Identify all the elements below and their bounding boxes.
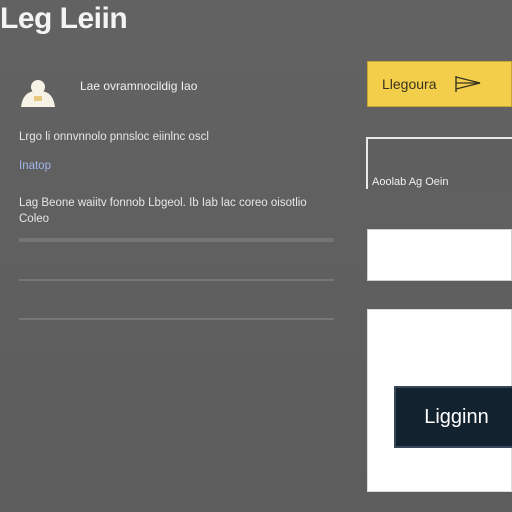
note-text: Lag Beone waiitv fonnob Lbgeol. Ib Iab l… [19,197,307,225]
text-input[interactable] [367,229,512,281]
page-title: Leg Leiin [0,2,128,35]
info-link[interactable]: Inatop [19,160,51,172]
login-button[interactable]: Ligginn [394,386,512,448]
divider [19,279,334,281]
flag-icon [454,76,480,92]
field-label: Aoolab Ag Oein [372,176,449,188]
login-panel: Ligginn [367,309,512,492]
login-page: Leg Leiin Lae ovramnocildig Iao Lrgo li … [0,0,512,512]
language-button-label: Llegoura [382,76,437,92]
divider [19,238,334,242]
language-button[interactable]: Llegoura [367,61,512,107]
profile-name: Lae ovramnocildig Iao [80,79,198,93]
divider [19,318,334,320]
user-avatar-icon [21,80,55,107]
description-text: Lrgo li onnvnnolo pnnsloc eiinlnc oscl [19,131,209,143]
